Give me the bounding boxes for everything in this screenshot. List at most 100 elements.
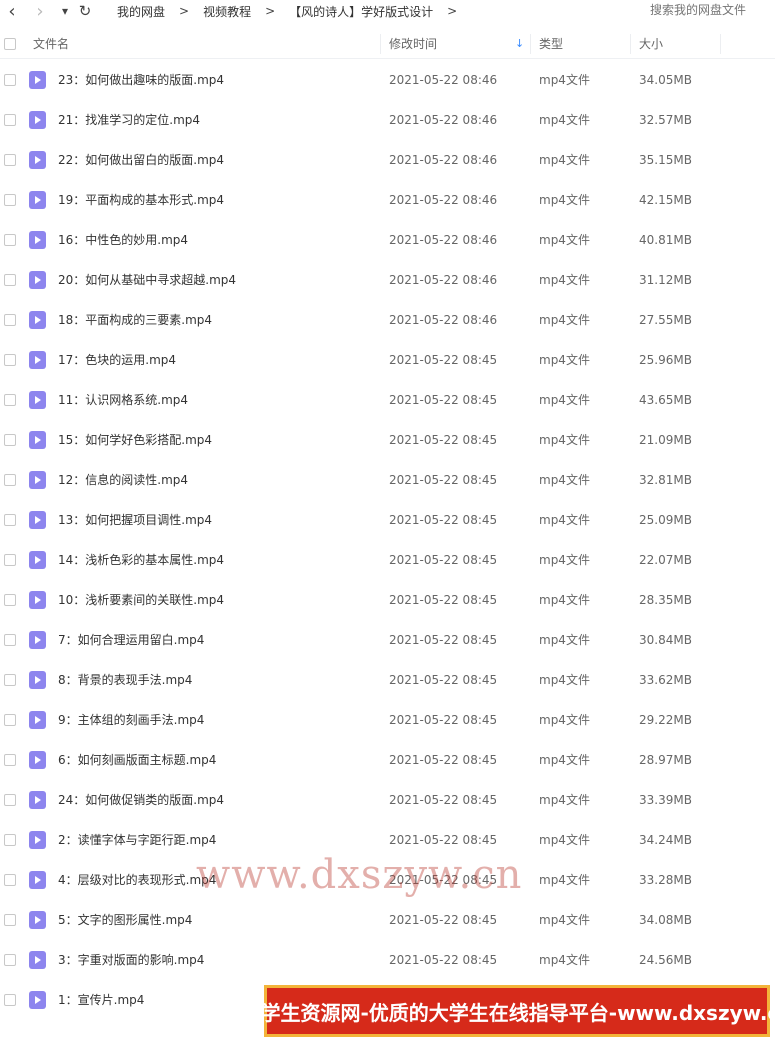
file-row[interactable]: 8：背景的表现手法.mp4 2021-05-22 08:45 mp4文件 33.62M… [0, 660, 775, 700]
row-checkbox[interactable] [4, 74, 16, 86]
file-modified-time: 2021-05-22 08:46 [389, 113, 498, 127]
breadcrumb-item-video-tutorials[interactable]: 视频教程 [203, 3, 251, 20]
file-row[interactable]: 6：如何刻画版面主标题.mp4 2021-05-22 08:45 mp4文件 28.9… [0, 740, 775, 780]
file-name[interactable]: 11：认识网格系统.mp4 [58, 380, 188, 420]
file-type: mp4文件 [539, 433, 590, 447]
file-row[interactable]: 22：如何做出留白的版面.mp4 2021-05-22 08:46 mp4文件 35.… [0, 140, 775, 180]
file-row[interactable]: 12：信息的阅读性.mp4 2021-05-22 08:45 mp4文件 32.81M… [0, 460, 775, 500]
file-row[interactable]: 11：认识网格系统.mp4 2021-05-22 08:45 mp4文件 43.65M… [0, 380, 775, 420]
file-name[interactable]: 22：如何做出留白的版面.mp4 [58, 140, 224, 180]
file-row[interactable]: 21：找准学习的定位.mp4 2021-05-22 08:46 mp4文件 32.57… [0, 100, 775, 140]
column-header-modified[interactable]: 修改时间 [389, 30, 437, 58]
row-checkbox[interactable] [4, 874, 16, 886]
file-type: mp4文件 [539, 953, 590, 967]
row-checkbox[interactable] [4, 954, 16, 966]
file-name[interactable]: 12：信息的阅读性.mp4 [58, 460, 188, 500]
row-checkbox[interactable] [4, 634, 16, 646]
file-row[interactable]: 9：主体组的刻画手法.mp4 2021-05-22 08:45 mp4文件 29.22… [0, 700, 775, 740]
column-header-type[interactable]: 类型 [539, 30, 563, 58]
file-name[interactable]: 8：背景的表现手法.mp4 [58, 660, 192, 700]
file-row[interactable]: 18：平面构成的三要素.mp4 2021-05-22 08:46 mp4文件 27.5… [0, 300, 775, 340]
file-row[interactable]: 5：文字的图形属性.mp4 2021-05-22 08:45 mp4文件 34.08M… [0, 900, 775, 940]
file-name[interactable]: 24：如何做促销类的版面.mp4 [58, 780, 224, 820]
row-checkbox[interactable] [4, 674, 16, 686]
file-name[interactable]: 15：如何学好色彩搭配.mp4 [58, 420, 212, 460]
file-name[interactable]: 14：浅析色彩的基本属性.mp4 [58, 540, 224, 580]
file-row[interactable]: 24：如何做促销类的版面.mp4 2021-05-22 08:45 mp4文件 33.… [0, 780, 775, 820]
file-name[interactable]: 1：宣传片.mp4 [58, 980, 144, 1020]
file-row[interactable]: 23：如何做出趣味的版面.mp4 2021-05-22 08:46 mp4文件 34.… [0, 60, 775, 100]
file-name[interactable]: 20：如何从基础中寻求超越.mp4 [58, 260, 236, 300]
column-divider[interactable] [630, 34, 631, 54]
file-row[interactable]: 4：层级对比的表现形式.mp4 2021-05-22 08:45 mp4文件 33.2… [0, 860, 775, 900]
back-button[interactable]: ‹ [4, 1, 20, 22]
video-file-icon [29, 231, 46, 249]
file-row[interactable]: 19：平面构成的基本形式.mp4 2021-05-22 08:46 mp4文件 42.… [0, 180, 775, 220]
file-name[interactable]: 21：找准学习的定位.mp4 [58, 100, 200, 140]
file-name[interactable]: 3：字重对版面的影响.mp4 [58, 940, 204, 980]
file-row[interactable]: 3：字重对版面的影响.mp4 2021-05-22 08:45 mp4文件 24.56… [0, 940, 775, 980]
row-checkbox[interactable] [4, 274, 16, 286]
file-name[interactable]: 16：中性色的妙用.mp4 [58, 220, 188, 260]
row-checkbox[interactable] [4, 114, 16, 126]
row-checkbox[interactable] [4, 234, 16, 246]
file-name[interactable]: 4：层级对比的表现形式.mp4 [58, 860, 216, 900]
file-name[interactable]: 7：如何合理运用留白.mp4 [58, 620, 204, 660]
column-divider[interactable] [530, 34, 531, 54]
file-name[interactable]: 19：平面构成的基本形式.mp4 [58, 180, 224, 220]
row-checkbox[interactable] [4, 794, 16, 806]
select-all-checkbox[interactable] [4, 38, 16, 50]
video-file-icon [29, 791, 46, 809]
row-checkbox[interactable] [4, 514, 16, 526]
row-checkbox[interactable] [4, 354, 16, 366]
row-checkbox[interactable] [4, 754, 16, 766]
column-divider[interactable] [380, 34, 381, 54]
row-checkbox[interactable] [4, 914, 16, 926]
file-name[interactable]: 18：平面构成的三要素.mp4 [58, 300, 212, 340]
file-name[interactable]: 13：如何把握项目调性.mp4 [58, 500, 212, 540]
row-checkbox[interactable] [4, 714, 16, 726]
row-checkbox[interactable] [4, 994, 16, 1006]
file-row[interactable]: 7：如何合理运用留白.mp4 2021-05-22 08:45 mp4文件 30.84… [0, 620, 775, 660]
column-header-size[interactable]: 大小 [639, 30, 663, 58]
file-name[interactable]: 17：色块的运用.mp4 [58, 340, 176, 380]
file-row[interactable]: 2：读懂字体与字距行距.mp4 2021-05-22 08:45 mp4文件 34.2… [0, 820, 775, 860]
row-checkbox[interactable] [4, 434, 16, 446]
file-row[interactable]: 20：如何从基础中寻求超越.mp4 2021-05-22 08:46 mp4文件 31… [0, 260, 775, 300]
file-type: mp4文件 [539, 713, 590, 727]
breadcrumb-item-current-folder[interactable]: 【风的诗人】学好版式设计 [289, 3, 433, 20]
file-name[interactable]: 6：如何刻画版面主标题.mp4 [58, 740, 216, 780]
file-name[interactable]: 9：主体组的刻画手法.mp4 [58, 700, 204, 740]
file-row[interactable]: 13：如何把握项目调性.mp4 2021-05-22 08:45 mp4文件 25.0… [0, 500, 775, 540]
file-row[interactable]: 10：浅析要素间的关联性.mp4 2021-05-22 08:45 mp4文件 28.… [0, 580, 775, 620]
row-checkbox[interactable] [4, 834, 16, 846]
row-checkbox[interactable] [4, 154, 16, 166]
file-size: 34.05MB [639, 73, 692, 87]
file-row[interactable]: 15：如何学好色彩搭配.mp4 2021-05-22 08:45 mp4文件 21.0… [0, 420, 775, 460]
history-dropdown-button[interactable]: ▾ [58, 2, 72, 20]
file-name[interactable]: 2：读懂字体与字距行距.mp4 [58, 820, 216, 860]
breadcrumb: 我的网盘 > 视频教程 > 【风的诗人】学好版式设计 > [117, 3, 471, 19]
row-checkbox[interactable] [4, 554, 16, 566]
row-checkbox[interactable] [4, 314, 16, 326]
file-row[interactable]: 16：中性色的妙用.mp4 2021-05-22 08:46 mp4文件 40.81M… [0, 220, 775, 260]
file-row[interactable]: 17：色块的运用.mp4 2021-05-22 08:45 mp4文件 25.96MB [0, 340, 775, 380]
column-header-name[interactable]: 文件名 [33, 30, 69, 58]
column-divider[interactable] [720, 34, 721, 54]
file-modified-time: 2021-05-22 08:46 [389, 193, 498, 207]
file-name[interactable]: 23：如何做出趣味的版面.mp4 [58, 60, 224, 100]
file-name[interactable]: 5：文字的图形属性.mp4 [58, 900, 192, 940]
row-checkbox[interactable] [4, 194, 16, 206]
row-checkbox[interactable] [4, 594, 16, 606]
row-checkbox[interactable] [4, 474, 16, 486]
file-name[interactable]: 10：浅析要素间的关联性.mp4 [58, 580, 224, 620]
breadcrumb-item-my-drive[interactable]: 我的网盘 [117, 3, 165, 20]
row-checkbox[interactable] [4, 394, 16, 406]
forward-button[interactable]: › [32, 1, 48, 22]
search-input[interactable] [635, 0, 775, 20]
sort-descending-icon[interactable]: ↓ [515, 38, 525, 50]
video-file-icon [29, 311, 46, 329]
refresh-button[interactable]: ↻ [76, 2, 94, 20]
file-row[interactable]: 14：浅析色彩的基本属性.mp4 2021-05-22 08:45 mp4文件 22.… [0, 540, 775, 580]
file-type: mp4文件 [539, 673, 590, 687]
